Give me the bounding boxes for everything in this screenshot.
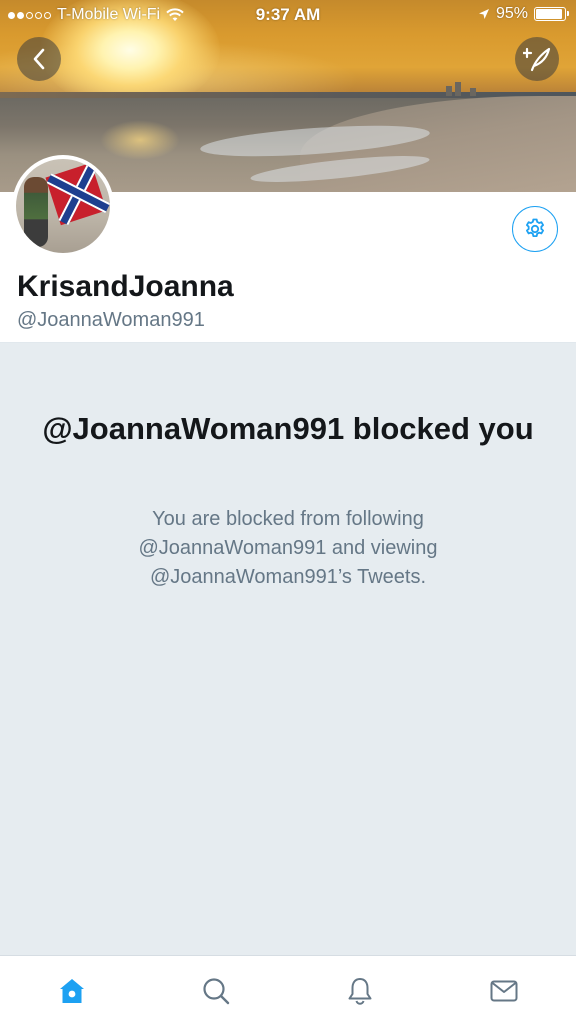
battery-percentage: 95% [495, 5, 528, 22]
profile-settings-button[interactable] [512, 206, 558, 252]
back-button[interactable] [17, 37, 61, 81]
avatar[interactable] [12, 155, 114, 257]
search-icon [203, 977, 230, 1004]
compose-tweet-icon [523, 47, 551, 72]
bottom-tab-bar [0, 955, 576, 1025]
compose-tweet-button[interactable] [515, 37, 559, 81]
tab-home[interactable] [0, 956, 144, 1025]
blocked-title: @JoannaWoman991 blocked you [42, 411, 534, 446]
status-bar: T-Mobile Wi-Fi 9:37 AM 95% [0, 0, 576, 30]
profile-handle: @JoannaWoman991 [17, 309, 205, 331]
envelope-icon [490, 980, 518, 1001]
bell-icon [348, 977, 372, 1005]
profile-display-name: KrisandJoanna [17, 270, 234, 303]
battery-icon [534, 7, 569, 21]
blocked-description: You are blocked from following @JoannaWo… [138, 508, 438, 588]
tab-messages[interactable] [432, 956, 576, 1025]
tab-search[interactable] [144, 956, 288, 1025]
home-icon [60, 978, 84, 1003]
chevron-left-icon [33, 48, 45, 70]
tab-notifications[interactable] [288, 956, 432, 1025]
gear-icon [526, 218, 544, 237]
location-arrow-icon [478, 9, 489, 19]
